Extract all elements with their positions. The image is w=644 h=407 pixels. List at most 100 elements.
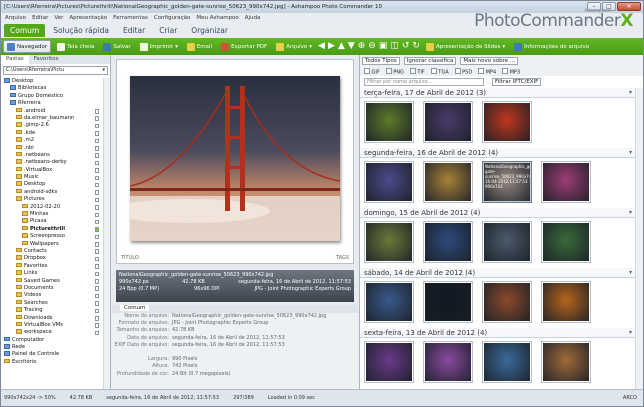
thumbnail[interactable] — [423, 161, 473, 203]
informacoes-button[interactable]: Informações do arquivo — [511, 40, 592, 53]
tree-checkbox[interactable] — [94, 249, 99, 254]
rotate-left-icon[interactable]: ↺ — [402, 42, 410, 51]
tree-item[interactable]: Contacts — [1, 247, 111, 255]
type-checkbox[interactable]: GIF — [364, 68, 380, 75]
tree-checkbox[interactable] — [94, 301, 99, 306]
tree-item[interactable]: .netbeans — [1, 151, 111, 159]
tree-checkbox[interactable] — [94, 323, 99, 328]
tree-item[interactable]: Pictures — [1, 196, 111, 203]
tree-checkbox[interactable] — [94, 205, 99, 210]
tree-item[interactable]: Favorites — [1, 262, 111, 270]
tree-item[interactable]: Picturethrill — [1, 225, 111, 233]
menu-ajuda[interactable]: Ajuda — [245, 15, 261, 21]
tree-item[interactable]: Painel de Controle — [1, 351, 111, 358]
tree-checkbox[interactable] — [94, 234, 99, 240]
thumbnail[interactable] — [541, 221, 591, 263]
type-checkbox[interactable]: MP4 — [478, 68, 497, 75]
tela-cheia-button[interactable]: Tela cheia — [54, 40, 97, 53]
tree-item[interactable]: workspace — [1, 329, 111, 336]
tree-item[interactable]: Downloads — [1, 314, 111, 322]
preview-image[interactable] — [130, 76, 340, 241]
date-group-header[interactable]: sexta-feira, 13 de Abril de 2012 (4) ▾ — [360, 328, 636, 338]
tree-checkbox[interactable] — [94, 109, 99, 114]
fit-icon[interactable]: ▣ — [379, 42, 388, 51]
tree-item[interactable]: Documents — [1, 284, 111, 292]
thumbnail[interactable] — [423, 281, 473, 323]
thumbnail[interactable] — [364, 281, 414, 323]
chevron-down-icon[interactable]: ▾ — [629, 88, 632, 98]
classification-select[interactable]: Ignorar classifica — [403, 57, 457, 65]
tab-pastas[interactable]: Pastas — [1, 55, 29, 64]
tree-checkbox[interactable] — [94, 286, 99, 291]
type-filter-select[interactable]: Todos Tipos — [362, 57, 400, 65]
tree-checkbox[interactable] — [94, 138, 99, 144]
thumbnail[interactable] — [482, 101, 532, 143]
actual-size-icon[interactable]: ◫ — [390, 42, 399, 51]
tree-item[interactable]: Computador — [1, 336, 111, 344]
thumbnail[interactable] — [423, 221, 473, 263]
tree-item[interactable]: .nbi — [1, 144, 111, 152]
tree-checkbox[interactable] — [94, 293, 99, 299]
tree-item[interactable]: Picasa — [1, 218, 111, 225]
type-checkbox[interactable]: MP3 — [502, 68, 521, 75]
tree-item[interactable]: Searches — [1, 299, 111, 307]
tree-checkbox[interactable] — [94, 197, 99, 203]
exportar-pdf-button[interactable]: Exportar PDF — [218, 40, 270, 53]
tree-item[interactable]: Wallpapers — [1, 240, 111, 248]
type-checkbox[interactable]: TGA — [431, 68, 448, 75]
tree-item[interactable]: Bibliotecas — [1, 85, 111, 92]
tree-checkbox[interactable] — [94, 242, 99, 247]
tree-checkbox[interactable] — [94, 264, 99, 269]
thumbnail[interactable] — [364, 221, 414, 263]
tree-checkbox[interactable] — [94, 308, 99, 314]
tree-checkbox[interactable] — [94, 160, 99, 166]
email-button[interactable]: Email — [184, 40, 215, 53]
tree-item[interactable]: VirtualBox VMs — [1, 321, 111, 329]
thumbnail[interactable] — [364, 161, 414, 203]
menu-configuracao[interactable]: Configuração — [154, 15, 191, 21]
close-button[interactable]: ✕ — [617, 2, 641, 11]
menu-ver[interactable]: Ver — [54, 15, 63, 21]
tree-item[interactable]: Minhas — [1, 211, 111, 218]
tab-comum[interactable]: Comum — [4, 24, 46, 37]
tree-checkbox[interactable] — [94, 146, 99, 151]
type-checkbox[interactable]: TIF — [410, 68, 424, 75]
thumbnail[interactable] — [541, 161, 591, 203]
tree-item[interactable]: .gimp-2.6 — [1, 122, 111, 129]
tree-checkbox[interactable] — [94, 219, 99, 225]
tree-item[interactable]: .VirtualBox — [1, 166, 111, 174]
forward-arrow-icon[interactable]: ▶ — [328, 42, 335, 51]
menu-arquivo[interactable]: Arquivo — [5, 15, 26, 21]
rotate-right-icon[interactable]: ↻ — [412, 42, 420, 51]
sort-order-select[interactable]: Mais novo sobre ... — [460, 57, 519, 65]
menu-editar[interactable]: Editar — [32, 15, 48, 21]
tree-item[interactable]: .netbeans-derby — [1, 159, 111, 166]
tree-item[interactable]: Dropbox — [1, 255, 111, 262]
tab-solucao-rapida[interactable]: Solução rápida — [47, 24, 115, 37]
thumbnail[interactable] — [541, 281, 591, 323]
tab-favoritos[interactable]: Favoritos — [29, 55, 64, 64]
tree-item[interactable]: .android — [1, 107, 111, 115]
navegador-button[interactable]: Navegador — [3, 40, 52, 53]
thumbnail[interactable] — [482, 221, 532, 263]
thumbnail[interactable] — [482, 341, 532, 383]
tree-checkbox[interactable] — [94, 131, 99, 136]
tree-item[interactable]: android-sdks — [1, 188, 111, 196]
tree-checkbox[interactable] — [94, 256, 99, 262]
tree-checkbox[interactable] — [94, 182, 99, 188]
date-group-header[interactable]: sábado, 14 de Abril de 2012 (4) ▾ — [360, 268, 636, 278]
tab-props-comum[interactable]: Comum — [120, 305, 150, 311]
chevron-down-icon[interactable]: ▾ — [629, 268, 632, 278]
tree-checkbox[interactable] — [94, 116, 99, 121]
tree-checkbox[interactable] — [94, 330, 99, 336]
tree-item[interactable]: Screenpresso — [1, 233, 111, 240]
tree-item[interactable]: Tracing — [1, 307, 111, 314]
chevron-down-icon[interactable]: ▾ — [629, 328, 632, 338]
tree-checkbox[interactable] — [94, 175, 99, 181]
tree-checkbox[interactable] — [94, 190, 99, 195]
date-group-header[interactable]: segunda-feira, 16 de Abril de 2012 (4) ▾ — [360, 148, 636, 158]
type-checkbox[interactable]: PNG — [386, 68, 404, 75]
tree-checkbox[interactable] — [94, 279, 99, 284]
back-arrow-icon[interactable]: ◀ — [318, 42, 325, 51]
chevron-down-icon[interactable]: ▾ — [629, 208, 632, 218]
